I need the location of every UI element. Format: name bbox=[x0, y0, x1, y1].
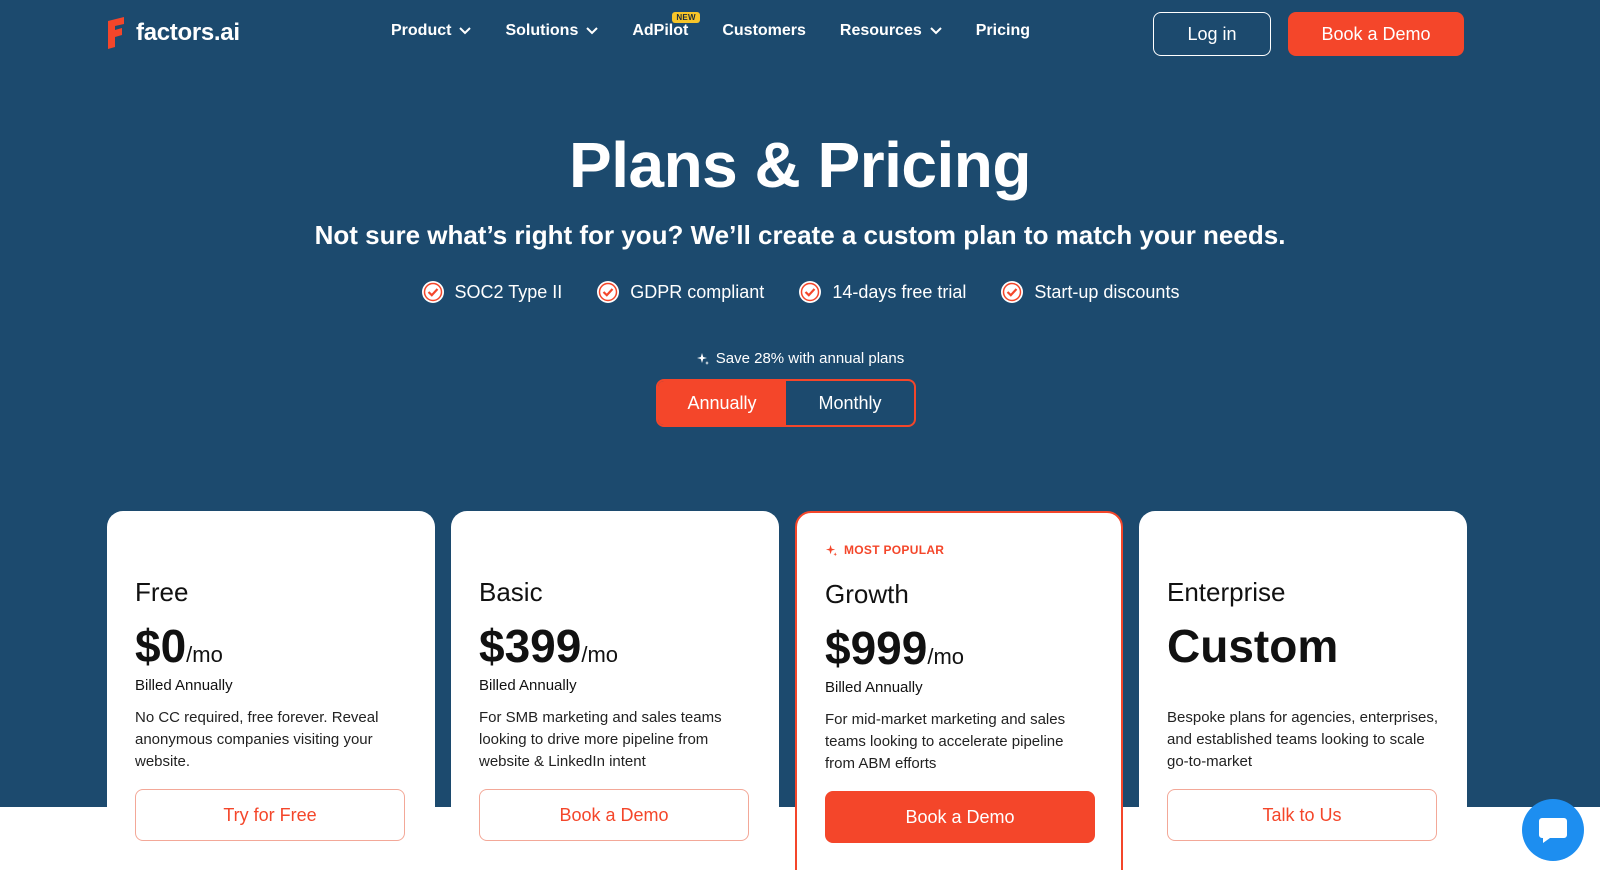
logo[interactable]: factors.ai bbox=[106, 17, 240, 49]
billing-note: Billed Annually bbox=[135, 677, 233, 694]
chevron-down-icon bbox=[459, 27, 472, 35]
plan-price: $399 /mo bbox=[479, 620, 619, 672]
plan-description: For SMB marketing and sales teams lookin… bbox=[479, 709, 722, 770]
plan-card-free: Free $0 /mo Billed Annually No CC requir… bbox=[107, 511, 435, 870]
billing-toggle: Annually Monthly bbox=[656, 379, 916, 427]
plan-name: Growth bbox=[825, 579, 909, 609]
plan-name: Enterprise bbox=[1167, 577, 1286, 607]
check-badge-icon bbox=[1001, 281, 1024, 303]
check-badge-icon bbox=[597, 281, 620, 303]
menu-item-adpilot[interactable]: AdPilot NEW bbox=[632, 12, 700, 40]
plan-card-enterprise: Enterprise Custom Bespoke plans for agen… bbox=[1139, 511, 1467, 870]
plan-description: Bespoke plans for agencies, enterprises,… bbox=[1167, 709, 1438, 770]
plan-price: Custom bbox=[1167, 620, 1339, 672]
plan-card-basic: Basic $399 /mo Billed Annually For SMB m… bbox=[451, 511, 779, 870]
billing-note: Billed Annually bbox=[825, 679, 923, 696]
badge-gdpr: GDPR compliant bbox=[596, 280, 764, 304]
badge-trial: 14-days free trial bbox=[798, 280, 966, 304]
billing-note: Billed Annually bbox=[479, 677, 577, 694]
plan-price: $0 /mo bbox=[135, 620, 223, 672]
plan-card-growth: MOST POPULAR Growth $999 /mo Billed Annu… bbox=[795, 511, 1123, 870]
menu-item-resources[interactable]: Resources bbox=[840, 22, 942, 40]
sparkle-icon bbox=[825, 544, 838, 556]
plan-name: Free bbox=[135, 577, 189, 607]
chat-widget[interactable] bbox=[1522, 799, 1584, 861]
talk-to-us-button[interactable]: Talk to Us bbox=[1167, 789, 1437, 841]
chevron-down-icon bbox=[930, 27, 942, 35]
book-demo-basic-button[interactable]: Book a Demo bbox=[479, 789, 749, 841]
trust-badges: SOC2 Type II GDPR compliant 14-days free… bbox=[0, 280, 1600, 304]
toggle-annually[interactable]: Annually bbox=[658, 381, 786, 425]
page-subtitle: Not sure what’s right for you? We’ll cre… bbox=[314, 220, 1286, 250]
top-nav: factors.ai Product Solutions AdPilot NEW… bbox=[0, 0, 1600, 68]
plan-description: No CC required, free forever. Reveal ano… bbox=[135, 709, 379, 770]
chat-bubble-icon bbox=[1539, 818, 1567, 843]
plan-description: For mid-market marketing and sales teams… bbox=[825, 711, 1066, 772]
plan-name: Basic bbox=[479, 577, 543, 607]
chevron-down-icon bbox=[586, 27, 599, 35]
main-menu: Product Solutions AdPilot NEW Customers … bbox=[391, 12, 1064, 40]
badge-soc2: SOC2 Type II bbox=[421, 280, 562, 304]
check-badge-icon bbox=[799, 281, 822, 303]
page-title: Plans & Pricing bbox=[569, 129, 1031, 201]
menu-item-solutions[interactable]: Solutions bbox=[505, 22, 599, 40]
most-popular-tag: MOST POPULAR bbox=[825, 543, 944, 557]
save-note: Save 28% with annual plans bbox=[0, 350, 1600, 367]
badge-startup: Start-up discounts bbox=[1000, 280, 1179, 304]
plan-price: $999 /mo bbox=[825, 622, 965, 674]
logo-mark-icon bbox=[108, 17, 124, 49]
sparkle-icon bbox=[696, 352, 709, 365]
logo-text: factors.ai bbox=[136, 19, 240, 46]
menu-item-pricing[interactable]: Pricing bbox=[976, 22, 1030, 40]
try-free-button[interactable]: Try for Free bbox=[135, 789, 405, 841]
new-badge: NEW bbox=[672, 12, 700, 23]
login-button[interactable]: Log in bbox=[1153, 12, 1271, 56]
menu-item-product[interactable]: Product bbox=[391, 22, 472, 40]
book-demo-button[interactable]: Book a Demo bbox=[1288, 12, 1464, 56]
book-demo-growth-button[interactable]: Book a Demo bbox=[825, 791, 1095, 843]
menu-item-customers[interactable]: Customers bbox=[722, 22, 806, 40]
check-badge-icon bbox=[421, 281, 444, 303]
toggle-monthly[interactable]: Monthly bbox=[786, 381, 914, 425]
